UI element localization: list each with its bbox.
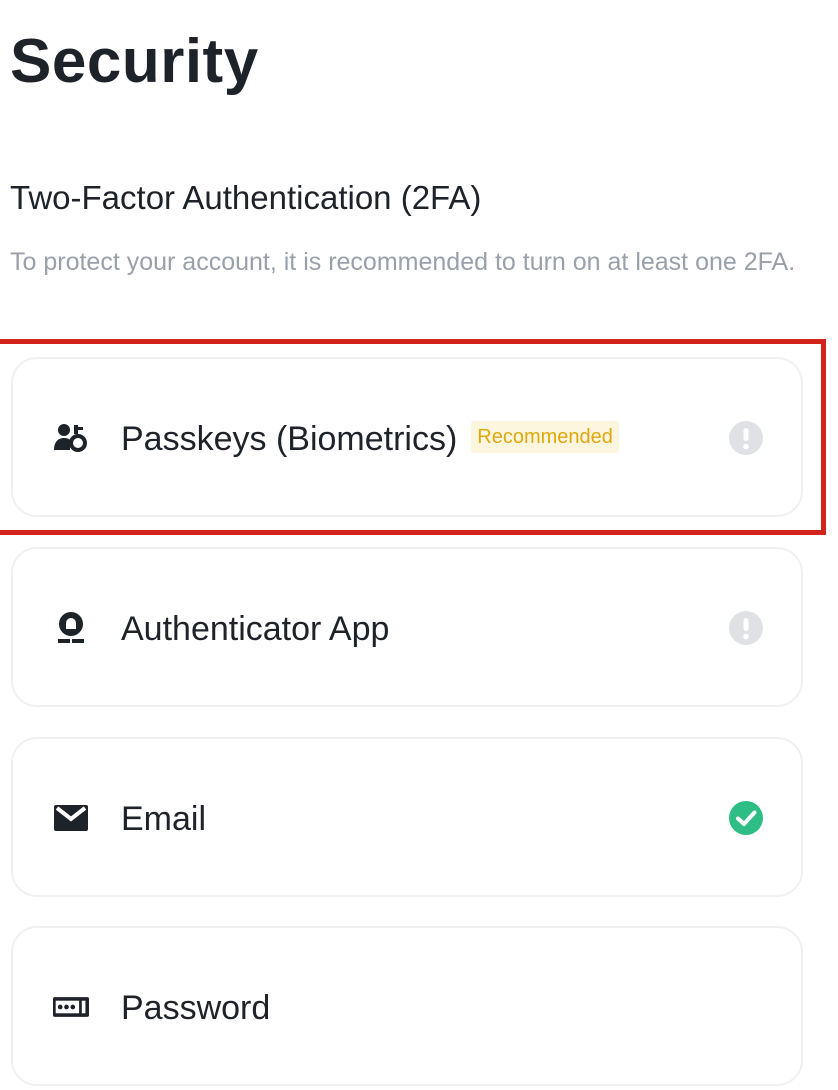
check-circle-icon: [729, 801, 763, 835]
password-card[interactable]: Password: [11, 926, 803, 1086]
email-icon: [53, 800, 89, 836]
page-title: Security: [10, 27, 259, 96]
section-description: To protect your account, it is recommend…: [10, 248, 796, 276]
authenticator-app-card[interactable]: Authenticator App: [11, 547, 803, 707]
warning-icon: [729, 611, 763, 645]
email-card[interactable]: Email: [11, 737, 803, 897]
authenticator-icon: [53, 610, 89, 646]
security-page: Security Two-Factor Authentication (2FA)…: [0, 0, 838, 1090]
email-label: Email: [121, 800, 207, 838]
authenticator-app-label: Authenticator App: [121, 610, 390, 648]
password-label: Password: [121, 989, 271, 1027]
password-icon: [53, 989, 89, 1025]
highlight-annotation-box: [0, 339, 826, 535]
section-title: Two-Factor Authentication (2FA): [10, 179, 482, 216]
